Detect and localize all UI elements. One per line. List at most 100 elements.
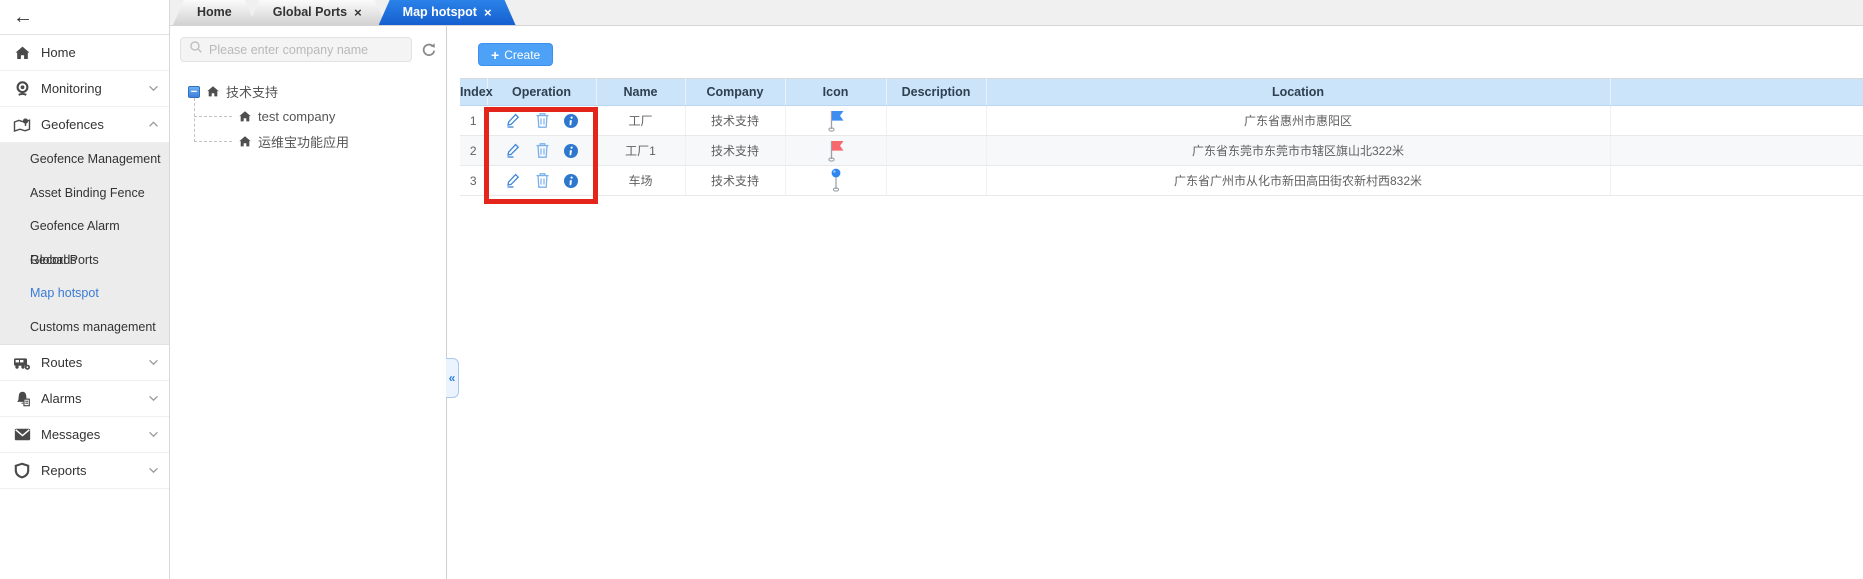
cell-description: [886, 106, 986, 136]
tree-connector: [194, 141, 232, 142]
table-row: 2工厂1技术支持广东省东莞市东莞市市辖区旗山北322米: [460, 136, 1863, 166]
sidebar-item-home[interactable]: Home: [0, 35, 169, 71]
delete-icon-button[interactable]: [535, 172, 550, 189]
chevron-down-icon: [148, 359, 159, 366]
sidebar-item-geofence-management[interactable]: Geofence Management: [0, 143, 169, 177]
home-icon: [12, 44, 32, 62]
collapse-node-icon[interactable]: −: [188, 86, 200, 98]
plus-icon: +: [491, 48, 499, 62]
company-icon: [238, 110, 252, 123]
tree-node[interactable]: test company: [194, 104, 446, 129]
tab-label: Global Ports: [273, 0, 347, 25]
tree-connector: [194, 116, 232, 117]
sidebar-item-geofence-alarm-records[interactable]: Geofence Alarm Records: [0, 210, 169, 244]
cell-location: 广东省广州市从化市新田高田街农新村西832米: [986, 166, 1610, 196]
chevron-down-icon: [148, 431, 159, 438]
monitoring-icon: [12, 80, 32, 98]
tab-bar: HomeGlobal Ports×Map hotspot×: [170, 0, 1863, 26]
cell-location: 广东省惠州市惠阳区: [986, 106, 1610, 136]
sidebar-item-label: Alarms: [41, 391, 81, 406]
routes-icon: [12, 354, 32, 372]
sidebar-item-messages[interactable]: Messages: [0, 417, 169, 453]
tree-node-label: test company: [258, 109, 335, 124]
sidebar-item-label: Routes: [41, 355, 82, 370]
messages-icon: [12, 426, 32, 444]
chevron-down-icon: [148, 467, 159, 474]
cell-company: 技术支持: [685, 106, 785, 136]
close-icon[interactable]: ×: [484, 6, 492, 19]
column-header-name: Name: [596, 79, 685, 106]
close-icon[interactable]: ×: [354, 6, 362, 19]
sidebar-item-geofences[interactable]: Geofences: [0, 107, 169, 143]
edit-icon-button[interactable]: [505, 172, 522, 189]
company-tree-panel: −技术支持test company运维宝功能应用 «: [170, 26, 447, 579]
column-header-icon: Icon: [785, 79, 886, 106]
tree-node-root[interactable]: − 技术支持: [188, 79, 446, 104]
table-row: 1工厂技术支持广东省惠州市惠阳区: [460, 106, 1863, 136]
column-header-description: Description: [886, 79, 986, 106]
cell-company: 技术支持: [685, 166, 785, 196]
refresh-icon[interactable]: [420, 41, 438, 59]
cell-description: [886, 166, 986, 196]
blue-pin-icon: [785, 166, 886, 196]
red-flag-icon: [785, 136, 886, 166]
sidebar-item-label: Monitoring: [41, 81, 102, 96]
table-row: 3车场技术支持广东省广州市从化市新田高田街农新村西832米: [460, 166, 1863, 196]
create-button[interactable]: + Create: [478, 43, 553, 66]
cell-operation: [487, 136, 596, 166]
edit-icon-button[interactable]: [505, 142, 522, 159]
main-content: + Create IndexOperationNameCompanyIconDe…: [460, 26, 1863, 579]
chevron-down-icon: [148, 85, 159, 92]
column-header-index: Index: [460, 79, 487, 106]
tab-home[interactable]: Home: [173, 0, 256, 25]
company-search-input[interactable]: [209, 43, 403, 57]
alarms-icon: [12, 390, 32, 408]
sidebar-item-alarms[interactable]: Alarms: [0, 381, 169, 417]
panel-gap: [447, 26, 460, 579]
hotspot-table: IndexOperationNameCompanyIconDescription…: [460, 78, 1863, 196]
sidebar-item-label: Reports: [41, 463, 87, 478]
sidebar-item-asset-binding-fence[interactable]: Asset Binding Fence: [0, 177, 169, 211]
reports-icon: [12, 462, 32, 480]
sidebar-item-label: Messages: [41, 427, 100, 442]
sidebar-item-routes[interactable]: Routes: [0, 345, 169, 381]
sidebar-item-reports[interactable]: Reports: [0, 453, 169, 489]
back-arrow-icon[interactable]: ←: [13, 7, 33, 27]
sidebar-item-monitoring[interactable]: Monitoring: [0, 71, 169, 107]
cell-company: 技术支持: [685, 136, 785, 166]
company-icon: [206, 85, 220, 98]
delete-icon-button[interactable]: [535, 112, 550, 129]
sidebar-nav: Home Monitoring GeofencesGeofence Manageme…: [0, 35, 169, 489]
column-header-filler: [1610, 79, 1863, 106]
info-icon-button[interactable]: [563, 173, 579, 189]
sidebar: ← Home Monitoring GeofencesGeofence Manage…: [0, 0, 170, 579]
sidebar-header: ←: [0, 0, 169, 35]
column-header-location: Location: [986, 79, 1610, 106]
cell-filler: [1610, 106, 1863, 136]
company-search-box: [180, 37, 412, 62]
sidebar-item-customs-management[interactable]: Customs management: [0, 311, 169, 345]
sidebar-item-global-ports[interactable]: Global Ports: [0, 244, 169, 278]
tree-node-label: 技术支持: [226, 82, 278, 101]
tab-label: Home: [197, 0, 232, 25]
cell-description: [886, 136, 986, 166]
cell-filler: [1610, 136, 1863, 166]
cell-operation: [487, 166, 596, 196]
cell-index: 1: [460, 106, 487, 136]
info-icon-button[interactable]: [563, 113, 579, 129]
tab-global-ports[interactable]: Global Ports ×: [249, 0, 386, 25]
column-header-operation: Operation: [487, 79, 596, 106]
tree-node[interactable]: 运维宝功能应用: [194, 129, 446, 154]
tab-map-hotspot[interactable]: Map hotspot×: [379, 0, 516, 25]
cell-location: 广东省东莞市东莞市市辖区旗山北322米: [986, 136, 1610, 166]
tree-node-label: 运维宝功能应用: [258, 132, 349, 151]
tree-children: test company 运维宝功能应用: [194, 104, 446, 154]
column-header-company: Company: [685, 79, 785, 106]
delete-icon-button[interactable]: [535, 142, 550, 159]
info-icon-button[interactable]: [563, 143, 579, 159]
app-window: ← Home Monitoring GeofencesGeofence Manage…: [0, 0, 1863, 579]
cell-filler: [1610, 166, 1863, 196]
edit-icon-button[interactable]: [505, 112, 522, 129]
sidebar-item-map-hotspot[interactable]: Map hotspot: [0, 277, 169, 311]
collapse-panel-handle[interactable]: «: [446, 358, 459, 398]
